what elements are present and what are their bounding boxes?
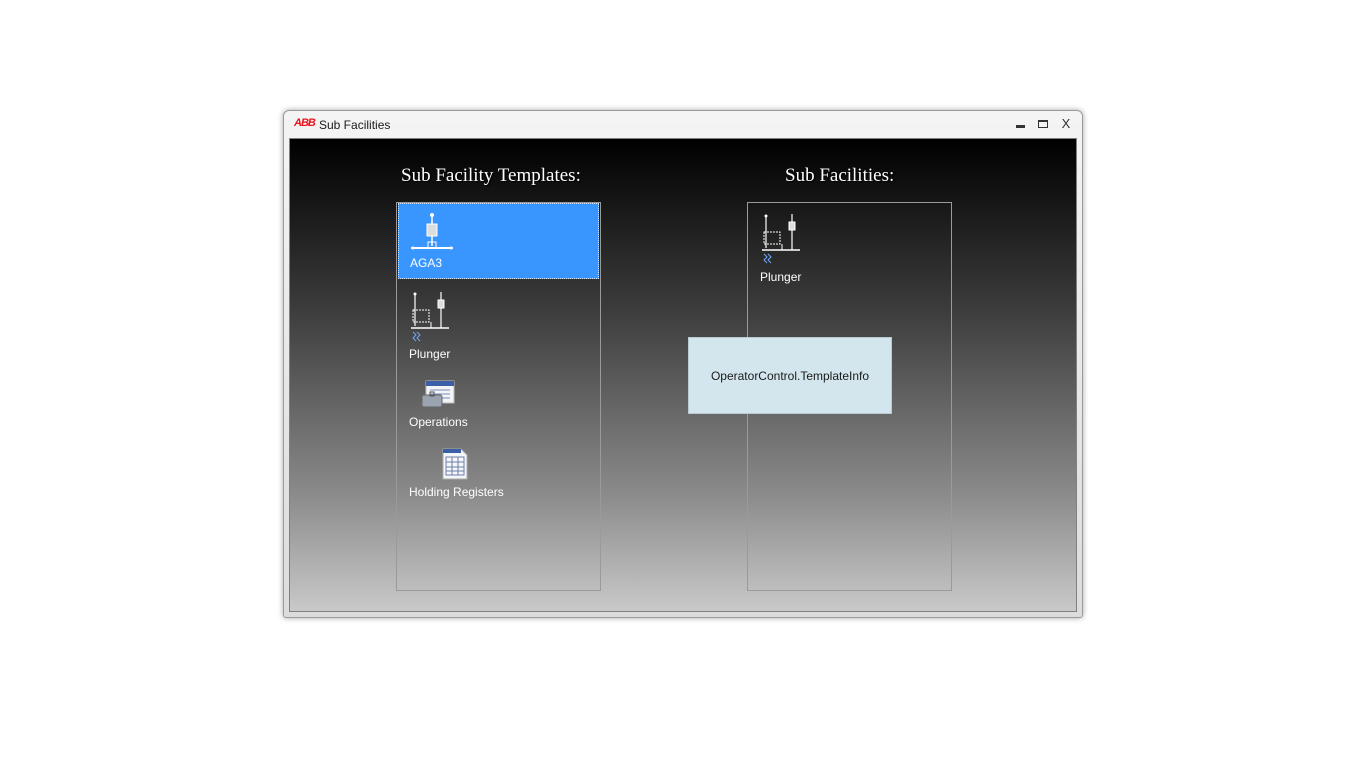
content-area: Sub Facility Templates: Sub Facilities: … [289,138,1077,612]
minimize-icon [1015,125,1025,128]
template-item-holding-registers[interactable]: Holding Registers [398,445,599,505]
template-item-operations[interactable]: Operations [398,375,599,435]
template-label: Operations [409,415,468,429]
maximize-button[interactable] [1033,116,1053,132]
templates-heading: Sub Facility Templates: [401,165,581,186]
template-label: Holding Registers [409,485,504,499]
template-label: AGA3 [410,256,443,270]
sub-facility-item-plunger[interactable]: Plunger [749,208,950,284]
templates-list[interactable]: AGA3 Plunger Operations Holding Register… [396,202,601,591]
close-button[interactable]: X [1056,116,1076,132]
aga3-meter-icon [411,213,453,250]
abb-logo: ABB [294,117,316,129]
sub-facilities-heading: Sub Facilities: [785,165,895,186]
drag-tooltip: OperatorControl.TemplateInfo [688,337,892,414]
plunger-lift-icon [411,292,449,342]
template-label: Plunger [409,347,451,361]
operations-icon [422,380,455,408]
minimize-button[interactable] [1010,116,1030,132]
sub-facilities-window: ABB Sub Facilities X Sub Facility Templa… [283,110,1083,618]
window-title: Sub Facilities [319,118,391,132]
template-item-plunger[interactable]: Plunger [398,285,599,361]
holding-registers-icon [442,448,468,480]
plunger-lift-icon [762,214,800,264]
title-bar[interactable]: ABB Sub Facilities X [284,111,1082,137]
maximize-icon [1038,120,1048,128]
sub-facility-label: Plunger [760,270,802,284]
template-item-aga3[interactable]: AGA3 [398,203,599,279]
